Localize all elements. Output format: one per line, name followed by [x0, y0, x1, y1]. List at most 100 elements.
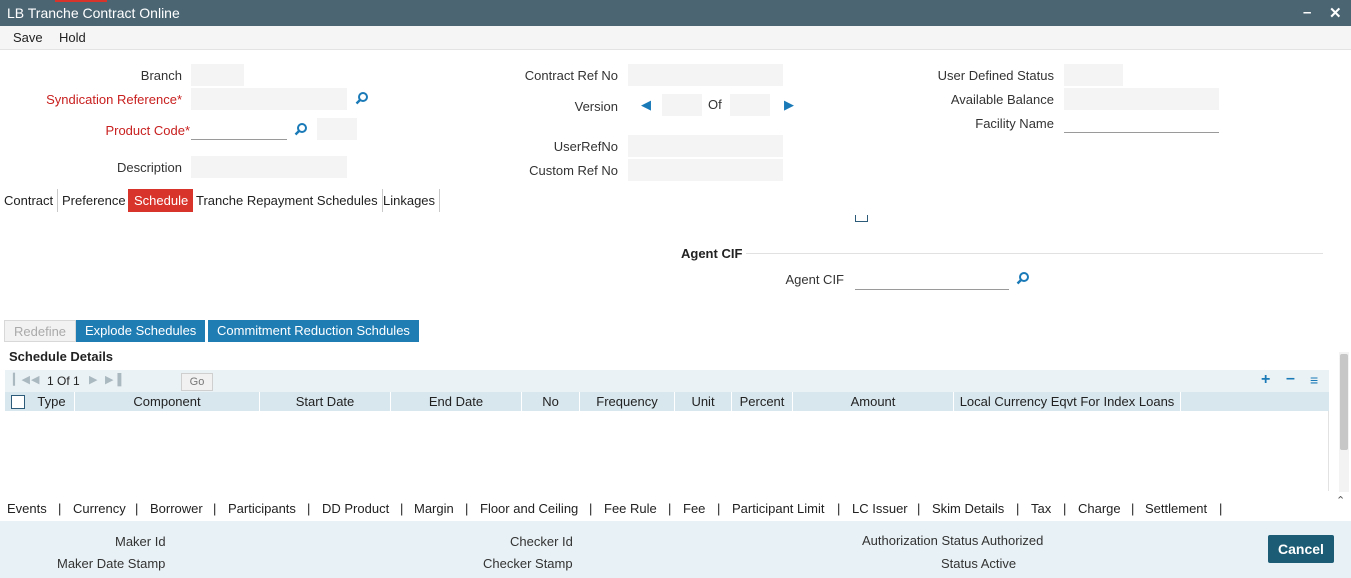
redefine-button[interactable]: Redefine	[4, 320, 77, 342]
link-settlement[interactable]: Settlement	[1145, 501, 1207, 516]
user-defined-status-label: User Defined Status	[937, 68, 1054, 83]
available-balance-label: Available Balance	[950, 92, 1054, 107]
available-balance-field	[1064, 88, 1219, 110]
window-titlebar: LB Tranche Contract Online – ✕	[0, 0, 1351, 26]
authorization-status: Authorization Status Authorized	[862, 533, 1044, 548]
checker-id-label: Checker Id	[510, 534, 573, 549]
facility-name-field[interactable]	[1064, 111, 1219, 133]
branch-field[interactable]	[191, 64, 244, 86]
add-row-icon[interactable]: +	[1261, 371, 1270, 389]
link-separator: |	[58, 501, 62, 516]
last-page-icon[interactable]: ▶▐	[105, 373, 121, 386]
col-type: Type	[29, 392, 75, 411]
link-skim-details[interactable]: Skim Details	[932, 501, 1004, 516]
contract-ref-field[interactable]	[628, 64, 783, 86]
next-page-icon[interactable]: ▶	[89, 373, 97, 386]
col-amount: Amount	[793, 392, 954, 411]
first-page-icon[interactable]: ▎◀	[13, 373, 30, 386]
col-start-date: Start Date	[260, 392, 391, 411]
product-code-field[interactable]	[191, 118, 287, 140]
agent-cif-search-icon[interactable]	[1016, 271, 1030, 285]
link-charge[interactable]: Charge	[1078, 501, 1121, 516]
scroll-up-icon[interactable]: ⌃	[1336, 494, 1345, 507]
link-tax[interactable]: Tax	[1031, 501, 1051, 516]
branch-label: Branch	[140, 68, 182, 83]
menu-bar: Save Hold	[0, 26, 1351, 50]
explode-schedules-button[interactable]: Explode Schedules	[76, 320, 206, 342]
version-label: Version	[574, 99, 618, 114]
col-frequency: Frequency	[580, 392, 675, 411]
link-floor-and-ceiling[interactable]: Floor and Ceiling	[480, 501, 578, 516]
link-separator: |	[589, 501, 593, 516]
col-end-date: End Date	[391, 392, 522, 411]
product-code-desc-field	[317, 118, 357, 140]
syndication-search-icon[interactable]	[355, 91, 369, 105]
hold-menu-item[interactable]: Hold	[59, 30, 86, 45]
minimize-icon[interactable]: –	[1303, 4, 1311, 21]
link-margin[interactable]: Margin	[414, 501, 454, 516]
agent-section-divider	[746, 253, 1323, 254]
version-total-field	[730, 94, 770, 116]
link-borrower[interactable]: Borrower	[150, 501, 203, 516]
link-separator: |	[135, 501, 139, 516]
close-icon[interactable]: ✕	[1329, 4, 1342, 22]
link-events[interactable]: Events	[7, 501, 47, 516]
agent-cif-field[interactable]	[855, 268, 1009, 290]
col-local-currency-eqvt: Local Currency Eqvt For Index Loans	[954, 392, 1181, 411]
grid-toolbar: ▎◀ ◀ 1 Of 1 ▶ ▶▐ Go + – ≡	[5, 370, 1329, 392]
version-prev-icon[interactable]: ◀	[641, 97, 651, 113]
userrefno-field[interactable]	[628, 135, 783, 157]
link-lc-issuer[interactable]: LC Issuer	[852, 501, 908, 516]
save-menu-item[interactable]: Save	[13, 30, 43, 45]
tab-contract[interactable]: Contract	[0, 189, 59, 212]
col-unit: Unit	[675, 392, 732, 411]
delete-row-icon[interactable]: –	[1286, 370, 1295, 388]
tab-preference[interactable]: Preference	[58, 189, 131, 212]
link-participant-limit[interactable]: Participant Limit	[732, 501, 824, 516]
syndication-reference-label: Syndication Reference*	[46, 92, 182, 107]
description-field[interactable]	[191, 156, 347, 178]
pager-text: 1 Of 1	[47, 374, 80, 388]
link-dd-product[interactable]: DD Product	[322, 501, 389, 516]
commitment-reduction-button[interactable]: Commitment Reduction Schdules	[208, 320, 419, 342]
link-separator: |	[465, 501, 469, 516]
tab-tranche-repayment-schedules[interactable]: Tranche Repayment Schedules	[192, 189, 383, 212]
description-label: Description	[116, 160, 182, 175]
version-field[interactable]	[662, 94, 702, 116]
grid-body	[5, 411, 1329, 491]
window-title: LB Tranche Contract Online	[7, 5, 180, 21]
version-next-icon[interactable]: ▶	[784, 97, 794, 113]
contract-ref-label: Contract Ref No	[524, 68, 618, 83]
link-fee-rule[interactable]: Fee Rule	[604, 501, 657, 516]
go-button[interactable]: Go	[181, 373, 213, 391]
link-separator: |	[837, 501, 841, 516]
link-participants[interactable]: Participants	[228, 501, 296, 516]
link-separator: |	[917, 501, 921, 516]
prev-page-icon[interactable]: ◀	[31, 373, 39, 386]
tab-schedule[interactable]: Schedule	[128, 189, 194, 212]
schedule-details-title: Schedule Details	[9, 349, 114, 364]
col-no: No	[522, 392, 580, 411]
link-separator: |	[1219, 501, 1223, 516]
title-accent-bar	[55, 0, 107, 2]
single-view-icon[interactable]: ≡	[1310, 372, 1318, 388]
agent-cif-section-title: Agent CIF	[681, 246, 743, 261]
custom-ref-field[interactable]	[628, 159, 783, 181]
syndication-reference-field[interactable]	[191, 88, 347, 110]
link-separator: |	[213, 501, 217, 516]
link-currency[interactable]: Currency	[73, 501, 126, 516]
cancel-button[interactable]: Cancel	[1268, 535, 1334, 563]
link-separator: |	[1016, 501, 1020, 516]
user-defined-status-field	[1064, 64, 1123, 86]
scrollbar-thumb[interactable]	[1340, 354, 1348, 450]
checker-stamp-label: Checker Stamp	[483, 556, 573, 571]
link-separator: |	[400, 501, 404, 516]
select-all-checkbox[interactable]	[11, 395, 25, 409]
audit-footer	[0, 521, 1351, 578]
product-code-search-icon[interactable]	[294, 122, 308, 136]
tab-linkages[interactable]: Linkages	[379, 189, 441, 212]
agent-cif-label: Agent CIF	[785, 272, 844, 287]
link-separator: |	[307, 501, 311, 516]
link-fee[interactable]: Fee	[683, 501, 705, 516]
maker-date-stamp-label: Maker Date Stamp	[57, 556, 166, 571]
